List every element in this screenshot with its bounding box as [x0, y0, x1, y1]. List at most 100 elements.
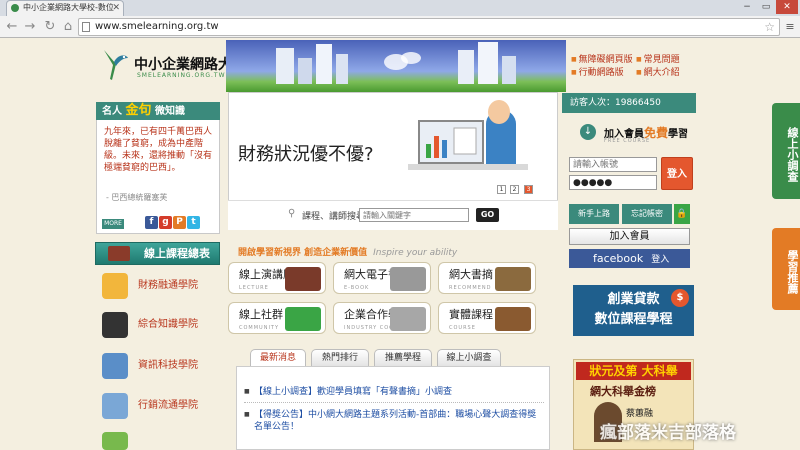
add-member-button[interactable]: 加入會員 [569, 228, 690, 245]
course-list-button[interactable]: 線上課程總表 [95, 242, 220, 265]
bird-logo-icon[interactable] [100, 46, 130, 82]
visitor-counter: 訪客人次：19866450 [562, 93, 696, 113]
service-course[interactable]: 實體課程 COURSE [438, 302, 536, 334]
watermark: 瘋部落米吉部落格 [600, 423, 736, 443]
money-bag-icon: $ [671, 289, 689, 307]
forgot-password-button[interactable]: 忘記帳密 [622, 204, 672, 224]
service-sub: E-BOOK [344, 285, 370, 291]
url-text: www.smelearning.org.tw [95, 21, 219, 32]
close-window-button[interactable]: ✕ [776, 0, 798, 14]
service-ebook[interactable]: 網大電子書 E-BOOK [333, 262, 431, 294]
tab-popular[interactable]: 熱門排行 [311, 349, 369, 367]
community-icon [285, 307, 321, 331]
join-c: 學習 [668, 129, 689, 140]
join-free-banner[interactable]: ↓ 加入會員免費學習 FREE COURSE [572, 118, 690, 148]
news-item[interactable]: 【得獎公告】中小網大網路主題系列活動-首部曲：職場心聲大調查得獎名單公告！ [244, 409, 544, 433]
service-sub: COURSE [449, 325, 476, 331]
side-tab-survey[interactable]: 線上小調查 [772, 103, 800, 199]
service-digest[interactable]: 網大書摘 RECOMMEND [438, 262, 536, 294]
graduation-cap-icon [102, 312, 128, 338]
browser-tab[interactable]: 中小企業網路大學校-數位 ✕ [6, 0, 124, 16]
college-next-icon[interactable] [102, 432, 128, 450]
college-general[interactable]: 綜合知識學院 [96, 310, 220, 340]
banner-title[interactable]: 財務狀況優不優? [238, 140, 374, 166]
go-button[interactable]: GO [476, 208, 499, 222]
microphone-icon [285, 267, 321, 291]
login-button[interactable]: 登入 [661, 157, 693, 190]
search-input[interactable] [359, 208, 469, 222]
facebook-label: facebook [593, 252, 644, 265]
lock-icon[interactable]: 🔒 [674, 204, 690, 224]
plurk-icon[interactable]: P [173, 216, 186, 229]
college-label: 資訊科技學院 [138, 360, 198, 371]
college-finance[interactable]: 財務融通學院 [96, 271, 220, 301]
search-label: 課程、講師搜尋 [302, 212, 366, 222]
books-icon [495, 267, 531, 291]
famous-title-a: 名人 [102, 106, 122, 117]
account-field[interactable] [569, 157, 657, 172]
minimize-button[interactable]: − [738, 0, 756, 14]
monitor-chart-illustration [418, 120, 484, 164]
more-button[interactable]: MORE [102, 219, 124, 229]
service-label: 網大書摘 [449, 268, 493, 281]
newbie-button[interactable]: 新手上路 [569, 204, 619, 224]
side-tab-recommend[interactable]: 學習推薦 [772, 228, 800, 310]
slogan-en: Inspire your ability [373, 248, 458, 258]
person-head-illustration [488, 100, 510, 124]
service-label: 實體課程 [449, 308, 493, 321]
link-accessible[interactable]: 無障礙網頁版 [571, 52, 633, 65]
page-icon [82, 22, 90, 32]
books-icon [108, 246, 130, 261]
service-sub: RECOMMEND [449, 285, 492, 291]
password-field[interactable] [569, 175, 657, 190]
loan-line2: 數位課程學程 [594, 312, 673, 327]
link-faq[interactable]: 常見問題 [636, 52, 680, 65]
tab-latest-news[interactable]: 最新消息 [250, 349, 306, 367]
service-sub: LECTURE [239, 285, 269, 291]
slide-dot-2[interactable]: 2 [510, 185, 519, 194]
link-about[interactable]: 網大介紹 [636, 65, 680, 78]
home-icon[interactable]: ⌂ [60, 19, 76, 35]
college-it[interactable]: 資訊科技學院 [96, 351, 220, 381]
tab-survey[interactable]: 線上小調查 [437, 349, 501, 367]
favicon-icon [11, 4, 19, 12]
college-marketing[interactable]: 行銷流通學院 [96, 391, 220, 421]
college-label: 財務融通學院 [138, 280, 198, 291]
coins-icon [102, 273, 128, 299]
maximize-button[interactable]: ▭ [757, 0, 775, 14]
famous-quote-header: 名人 金句 微知識 [96, 102, 220, 120]
slide-dot-1[interactable]: 1 [497, 185, 506, 194]
logo-subtitle: SMELEARNING.ORG.TW [137, 72, 226, 79]
quote-author: - 巴西總統羅塞芙 [106, 193, 168, 202]
menu-icon[interactable]: ≡ [783, 20, 797, 33]
slogan: 開啟學習新視界 創造企業新價值 Inspire your ability [238, 245, 457, 258]
famous-title-b: 金句 [125, 103, 152, 118]
college-label: 綜合知識學院 [138, 319, 198, 330]
college-label: 行銷流通學院 [138, 400, 198, 411]
service-cooperation[interactable]: 企業合作學程 INDUSTRY COOPERATION [333, 302, 431, 334]
bookmark-star-icon[interactable]: ☆ [764, 19, 775, 35]
slide-dot-3[interactable]: 3 [524, 185, 533, 194]
tab-recommended[interactable]: 推薦學程 [374, 349, 432, 367]
back-icon[interactable]: ← [4, 19, 20, 35]
startup-loan-banner[interactable]: 創業貸款 數位課程學程 $ [573, 285, 694, 336]
link-mobile[interactable]: 行動網路版 [571, 65, 624, 78]
facebook-login-button[interactable]: facebook 登入 [569, 249, 690, 268]
reload-icon[interactable]: ↻ [42, 19, 58, 35]
service-label: 線上社群 [239, 308, 283, 321]
service-sub: COMMUNITY [239, 325, 280, 331]
ebook-icon [390, 267, 426, 291]
quote-text[interactable]: 九年來，已有四千萬巴西人脫離了貧窮，成為中產階級。未來，還將推動「沒有極端貧窮的… [104, 126, 216, 174]
service-community[interactable]: 線上社群 COMMUNITY [228, 302, 326, 334]
url-field[interactable]: www.smelearning.org.tw ☆ [78, 18, 780, 36]
exam-subtitle: 網大科舉金榜 [590, 385, 656, 398]
tab-close-icon[interactable]: ✕ [112, 1, 120, 15]
news-item[interactable]: 【線上小調查】歡迎學員填寫「有聲書摘」小調查 [244, 386, 544, 398]
address-bar-row: ← → ↻ ⌂ www.smelearning.org.tw ☆ ≡ [0, 16, 800, 38]
famous-title-c: 微知識 [154, 106, 185, 117]
google-plus-icon[interactable]: g [159, 216, 172, 229]
service-lecture[interactable]: 線上演講廳 LECTURE [228, 262, 326, 294]
facebook-share-icon[interactable]: f [145, 216, 158, 229]
twitter-icon[interactable]: t [187, 216, 200, 229]
forward-icon[interactable]: → [22, 19, 38, 35]
